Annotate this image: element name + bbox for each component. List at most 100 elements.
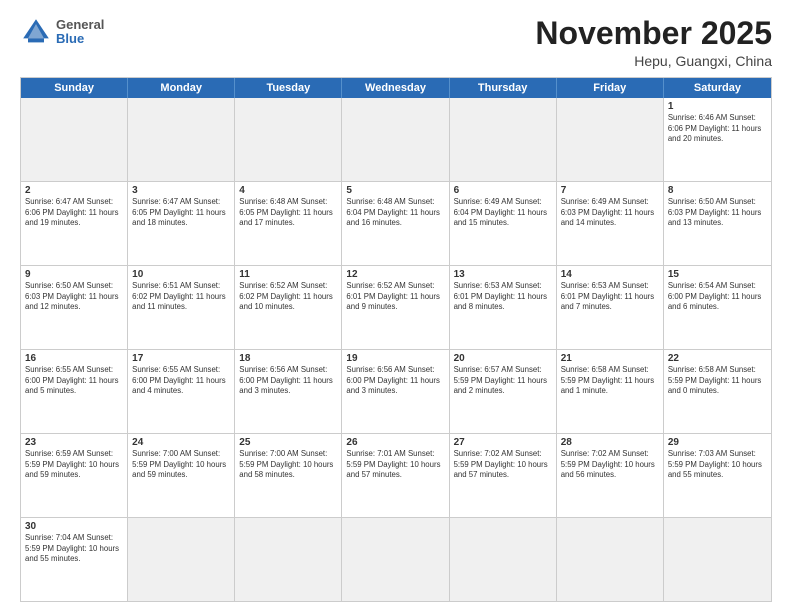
calendar: SundayMondayTuesdayWednesdayThursdayFrid… — [20, 77, 772, 602]
day-cell: 28Sunrise: 7:02 AM Sunset: 5:59 PM Dayli… — [557, 434, 664, 517]
day-cell: 15Sunrise: 6:54 AM Sunset: 6:00 PM Dayli… — [664, 266, 771, 349]
day-cell — [557, 98, 664, 181]
day-number: 19 — [346, 353, 444, 364]
day-number: 15 — [668, 269, 767, 280]
day-info: Sunrise: 7:00 AM Sunset: 5:59 PM Dayligh… — [132, 449, 230, 481]
day-cell — [450, 518, 557, 601]
day-number: 7 — [561, 185, 659, 196]
day-info: Sunrise: 6:48 AM Sunset: 6:04 PM Dayligh… — [346, 197, 444, 229]
day-info: Sunrise: 6:59 AM Sunset: 5:59 PM Dayligh… — [25, 449, 123, 481]
weeks: 1Sunrise: 6:46 AM Sunset: 6:06 PM Daylig… — [21, 98, 771, 601]
day-number: 12 — [346, 269, 444, 280]
day-cell: 9Sunrise: 6:50 AM Sunset: 6:03 PM Daylig… — [21, 266, 128, 349]
day-cell: 12Sunrise: 6:52 AM Sunset: 6:01 PM Dayli… — [342, 266, 449, 349]
logo-icon — [20, 16, 52, 48]
week-2: 9Sunrise: 6:50 AM Sunset: 6:03 PM Daylig… — [21, 265, 771, 349]
day-cell — [664, 518, 771, 601]
day-number: 29 — [668, 437, 767, 448]
day-number: 23 — [25, 437, 123, 448]
day-cell: 19Sunrise: 6:56 AM Sunset: 6:00 PM Dayli… — [342, 350, 449, 433]
day-info: Sunrise: 6:53 AM Sunset: 6:01 PM Dayligh… — [454, 281, 552, 313]
day-info: Sunrise: 6:47 AM Sunset: 6:05 PM Dayligh… — [132, 197, 230, 229]
day-header-sunday: Sunday — [21, 78, 128, 98]
day-number: 26 — [346, 437, 444, 448]
day-number: 16 — [25, 353, 123, 364]
week-1: 2Sunrise: 6:47 AM Sunset: 6:06 PM Daylig… — [21, 181, 771, 265]
day-info: Sunrise: 7:03 AM Sunset: 5:59 PM Dayligh… — [668, 449, 767, 481]
header: General Blue November 2025 Hepu, Guangxi… — [20, 16, 772, 69]
day-cell: 23Sunrise: 6:59 AM Sunset: 5:59 PM Dayli… — [21, 434, 128, 517]
day-info: Sunrise: 6:56 AM Sunset: 6:00 PM Dayligh… — [239, 365, 337, 397]
day-number: 28 — [561, 437, 659, 448]
day-number: 4 — [239, 185, 337, 196]
day-cell: 14Sunrise: 6:53 AM Sunset: 6:01 PM Dayli… — [557, 266, 664, 349]
day-cell: 21Sunrise: 6:58 AM Sunset: 5:59 PM Dayli… — [557, 350, 664, 433]
day-number: 13 — [454, 269, 552, 280]
day-info: Sunrise: 6:52 AM Sunset: 6:01 PM Dayligh… — [346, 281, 444, 313]
day-info: Sunrise: 6:54 AM Sunset: 6:00 PM Dayligh… — [668, 281, 767, 313]
day-info: Sunrise: 6:56 AM Sunset: 6:00 PM Dayligh… — [346, 365, 444, 397]
day-cell: 2Sunrise: 6:47 AM Sunset: 6:06 PM Daylig… — [21, 182, 128, 265]
day-cell — [128, 98, 235, 181]
day-number: 3 — [132, 185, 230, 196]
day-cell: 8Sunrise: 6:50 AM Sunset: 6:03 PM Daylig… — [664, 182, 771, 265]
day-headers: SundayMondayTuesdayWednesdayThursdayFrid… — [21, 78, 771, 98]
day-cell: 13Sunrise: 6:53 AM Sunset: 6:01 PM Dayli… — [450, 266, 557, 349]
day-cell: 18Sunrise: 6:56 AM Sunset: 6:00 PM Dayli… — [235, 350, 342, 433]
day-cell: 22Sunrise: 6:58 AM Sunset: 5:59 PM Dayli… — [664, 350, 771, 433]
day-cell — [235, 518, 342, 601]
day-header-friday: Friday — [557, 78, 664, 98]
day-header-thursday: Thursday — [450, 78, 557, 98]
day-info: Sunrise: 6:55 AM Sunset: 6:00 PM Dayligh… — [132, 365, 230, 397]
logo-general: General — [56, 18, 104, 32]
day-cell: 7Sunrise: 6:49 AM Sunset: 6:03 PM Daylig… — [557, 182, 664, 265]
week-5: 30Sunrise: 7:04 AM Sunset: 5:59 PM Dayli… — [21, 517, 771, 601]
logo-text: General Blue — [56, 18, 104, 47]
day-cell: 16Sunrise: 6:55 AM Sunset: 6:00 PM Dayli… — [21, 350, 128, 433]
day-info: Sunrise: 6:49 AM Sunset: 6:03 PM Dayligh… — [561, 197, 659, 229]
day-cell — [342, 518, 449, 601]
page: General Blue November 2025 Hepu, Guangxi… — [0, 0, 792, 612]
day-info: Sunrise: 6:51 AM Sunset: 6:02 PM Dayligh… — [132, 281, 230, 313]
day-cell — [342, 98, 449, 181]
day-cell: 30Sunrise: 7:04 AM Sunset: 5:59 PM Dayli… — [21, 518, 128, 601]
day-cell — [235, 98, 342, 181]
day-cell: 10Sunrise: 6:51 AM Sunset: 6:02 PM Dayli… — [128, 266, 235, 349]
day-number: 30 — [25, 521, 123, 532]
logo-blue: Blue — [56, 32, 104, 46]
day-header-tuesday: Tuesday — [235, 78, 342, 98]
day-info: Sunrise: 6:53 AM Sunset: 6:01 PM Dayligh… — [561, 281, 659, 313]
day-info: Sunrise: 6:58 AM Sunset: 5:59 PM Dayligh… — [668, 365, 767, 397]
day-number: 11 — [239, 269, 337, 280]
day-cell: 25Sunrise: 7:00 AM Sunset: 5:59 PM Dayli… — [235, 434, 342, 517]
day-cell: 4Sunrise: 6:48 AM Sunset: 6:05 PM Daylig… — [235, 182, 342, 265]
day-number: 10 — [132, 269, 230, 280]
day-cell: 29Sunrise: 7:03 AM Sunset: 5:59 PM Dayli… — [664, 434, 771, 517]
day-cell: 27Sunrise: 7:02 AM Sunset: 5:59 PM Dayli… — [450, 434, 557, 517]
day-cell: 11Sunrise: 6:52 AM Sunset: 6:02 PM Dayli… — [235, 266, 342, 349]
day-info: Sunrise: 6:50 AM Sunset: 6:03 PM Dayligh… — [668, 197, 767, 229]
day-cell — [557, 518, 664, 601]
day-header-saturday: Saturday — [664, 78, 771, 98]
day-cell: 17Sunrise: 6:55 AM Sunset: 6:00 PM Dayli… — [128, 350, 235, 433]
day-cell: 5Sunrise: 6:48 AM Sunset: 6:04 PM Daylig… — [342, 182, 449, 265]
day-info: Sunrise: 6:49 AM Sunset: 6:04 PM Dayligh… — [454, 197, 552, 229]
day-info: Sunrise: 7:01 AM Sunset: 5:59 PM Dayligh… — [346, 449, 444, 481]
day-info: Sunrise: 6:55 AM Sunset: 6:00 PM Dayligh… — [25, 365, 123, 397]
day-cell: 1Sunrise: 6:46 AM Sunset: 6:06 PM Daylig… — [664, 98, 771, 181]
day-number: 25 — [239, 437, 337, 448]
day-number: 21 — [561, 353, 659, 364]
week-4: 23Sunrise: 6:59 AM Sunset: 5:59 PM Dayli… — [21, 433, 771, 517]
day-header-wednesday: Wednesday — [342, 78, 449, 98]
day-number: 20 — [454, 353, 552, 364]
day-info: Sunrise: 7:04 AM Sunset: 5:59 PM Dayligh… — [25, 533, 123, 565]
day-info: Sunrise: 7:02 AM Sunset: 5:59 PM Dayligh… — [454, 449, 552, 481]
day-info: Sunrise: 6:48 AM Sunset: 6:05 PM Dayligh… — [239, 197, 337, 229]
title-block: November 2025 Hepu, Guangxi, China — [535, 16, 772, 69]
day-number: 1 — [668, 101, 767, 112]
day-number: 22 — [668, 353, 767, 364]
day-cell: 24Sunrise: 7:00 AM Sunset: 5:59 PM Dayli… — [128, 434, 235, 517]
day-number: 8 — [668, 185, 767, 196]
day-cell — [21, 98, 128, 181]
day-cell — [450, 98, 557, 181]
